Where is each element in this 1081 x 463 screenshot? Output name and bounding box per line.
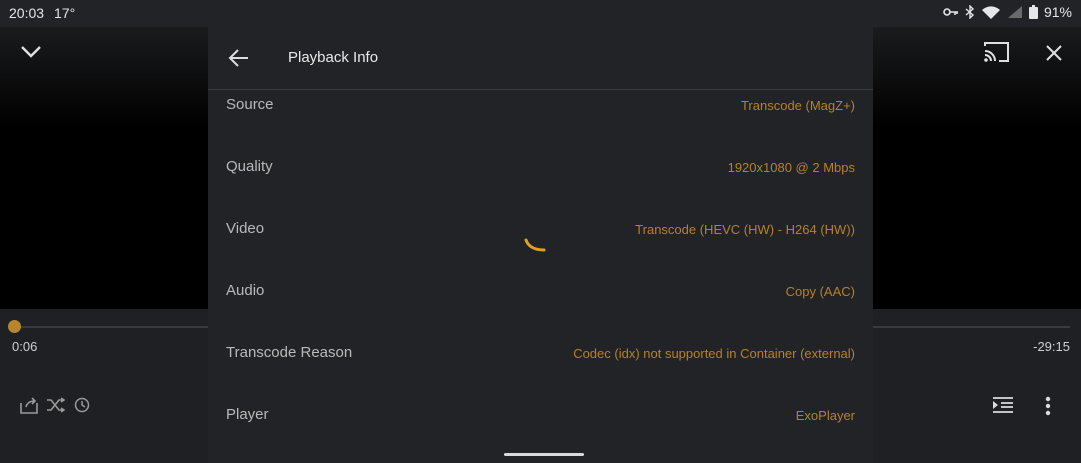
- chevron-down-icon[interactable]: [20, 44, 42, 65]
- dialog-title: Playback Info: [288, 49, 379, 66]
- row-label: Player: [226, 406, 269, 423]
- elapsed-time: 0:06: [12, 339, 38, 354]
- back-arrow-icon[interactable]: [228, 47, 250, 69]
- battery-percent: 91%: [1043, 4, 1072, 20]
- info-row-audio: Audio Copy (AAC): [208, 275, 873, 337]
- loading-spinner-icon: [524, 237, 546, 258]
- row-label: Audio: [226, 282, 265, 299]
- row-value: ExoPlayer: [795, 408, 855, 423]
- info-row-source: Source Transcode (MagZ+): [208, 89, 873, 151]
- row-label: Video: [226, 220, 265, 237]
- row-label: Transcode Reason: [226, 344, 353, 361]
- battery-icon: [1028, 5, 1038, 19]
- queue-icon[interactable]: [992, 397, 1014, 418]
- key-icon: [943, 6, 959, 18]
- row-value: Transcode (MagZ+): [740, 98, 855, 113]
- timer-icon[interactable]: [74, 397, 90, 418]
- wifi-icon: [981, 5, 1001, 19]
- remaining-time: -29:15: [1033, 339, 1070, 354]
- cast-icon[interactable]: [983, 41, 1010, 68]
- playback-info-dialog: Playback Info Source Transcode (MagZ+) Q…: [208, 27, 873, 463]
- info-row-quality: Quality 1920x1080 @ 2 Mbps: [208, 151, 873, 213]
- seek-thumb[interactable]: [8, 320, 21, 333]
- more-vert-icon[interactable]: [1045, 396, 1051, 421]
- row-value: 1920x1080 @ 2 Mbps: [727, 160, 855, 175]
- bluetooth-icon: [965, 5, 975, 19]
- row-value: Transcode (HEVC (HW) - H264 (HW)): [635, 222, 855, 237]
- shuffle-icon[interactable]: [46, 397, 66, 418]
- close-icon[interactable]: [1045, 44, 1063, 67]
- signal-icon: [1007, 5, 1023, 19]
- status-bar: 20:03 17° 91%: [0, 0, 1081, 27]
- row-label: Quality: [226, 158, 273, 175]
- status-time: 20:03: [9, 5, 45, 21]
- info-row-transcode-reason: Transcode Reason Codec (idx) not support…: [208, 337, 873, 399]
- home-indicator[interactable]: [504, 453, 584, 456]
- row-value: Copy (AAC): [785, 284, 855, 299]
- dialog-header: Playback Info: [208, 27, 873, 90]
- row-label: Source: [226, 96, 274, 113]
- info-row-player: Player ExoPlayer: [208, 399, 873, 461]
- status-temperature: 17°: [54, 5, 76, 21]
- row-value: Codec (idx) not supported in Container (…: [573, 346, 855, 361]
- share-icon[interactable]: [19, 396, 39, 419]
